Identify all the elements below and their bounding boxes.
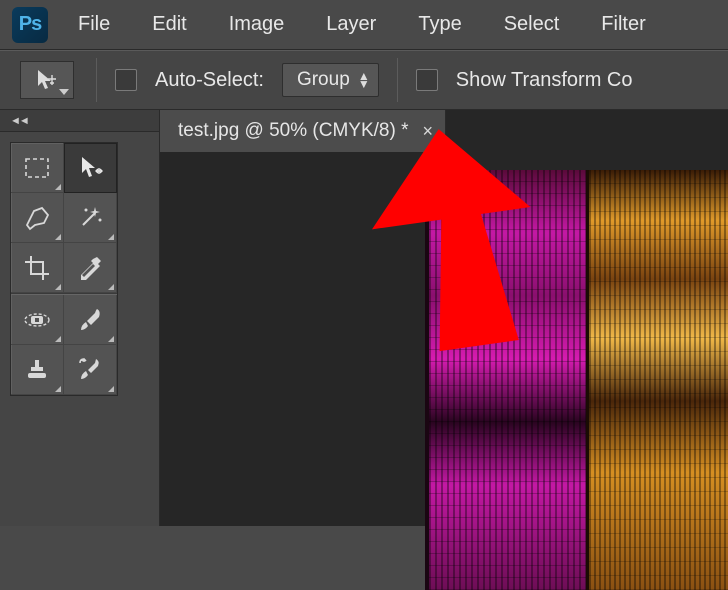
collapse-arrows-icon: ◄◄ [10, 115, 28, 127]
menu-file[interactable]: File [78, 13, 110, 36]
brush-tool[interactable] [64, 295, 117, 345]
toolbox [10, 142, 118, 396]
flyout-indicator-icon [108, 284, 114, 290]
document-canvas[interactable] [425, 170, 728, 590]
show-transform-checkbox[interactable] [416, 69, 438, 91]
crop-icon [23, 254, 51, 282]
flyout-indicator-icon [55, 336, 61, 342]
close-icon[interactable]: × [422, 121, 433, 142]
tool-preset-picker[interactable] [20, 61, 74, 99]
caret-icon: ▲▼ [358, 72, 370, 88]
document-tab[interactable]: test.jpg @ 50% (CMYK/8) * × [160, 110, 446, 152]
menu-filter[interactable]: Filter [601, 13, 645, 36]
menu-items: File Edit Image Layer Type Select Filter [78, 13, 646, 36]
marquee-icon [23, 156, 51, 180]
menu-image[interactable]: Image [229, 13, 285, 36]
crop-tool[interactable] [11, 243, 64, 293]
flyout-indicator-icon [55, 386, 61, 392]
healing-brush-tool[interactable] [11, 295, 64, 345]
canvas-image-right [586, 170, 728, 590]
dropdown-indicator-icon [59, 89, 69, 95]
magic-wand-icon [76, 204, 104, 232]
flyout-indicator-icon [108, 386, 114, 392]
auto-select-type-dropdown[interactable]: Group ▲▼ [282, 63, 379, 97]
flyout-indicator-icon [108, 234, 114, 240]
brush-icon [77, 307, 103, 333]
divider [397, 58, 398, 102]
magic-wand-tool[interactable] [64, 193, 117, 243]
document-tab-title: test.jpg @ 50% (CMYK/8) * [178, 120, 408, 142]
history-brush-tool[interactable] [64, 345, 117, 395]
eyedropper-tool[interactable] [64, 243, 117, 293]
flyout-indicator-icon [55, 284, 61, 290]
menu-edit[interactable]: Edit [152, 13, 186, 36]
document-tab-bar: test.jpg @ 50% (CMYK/8) * × [160, 110, 728, 152]
auto-select-label: Auto-Select: [155, 69, 264, 92]
flyout-indicator-icon [55, 184, 61, 190]
app-logo: Ps [12, 7, 48, 43]
healing-brush-icon [22, 308, 52, 332]
eyedropper-icon [77, 255, 103, 281]
document-area: test.jpg @ 50% (CMYK/8) * × [160, 110, 728, 526]
flyout-indicator-icon [55, 234, 61, 240]
marquee-tool[interactable] [11, 143, 64, 193]
canvas-image-left [425, 170, 586, 590]
lasso-icon [22, 205, 52, 231]
flyout-indicator-icon [108, 336, 114, 342]
divider [96, 58, 97, 102]
dropdown-value: Group [297, 69, 350, 91]
options-bar: Auto-Select: Group ▲▼ Show Transform Co [0, 50, 728, 110]
lasso-tool[interactable] [11, 193, 64, 243]
stamp-icon [23, 357, 51, 383]
show-transform-label: Show Transform Co [456, 69, 633, 92]
history-brush-icon [76, 357, 104, 383]
menu-bar: Ps File Edit Image Layer Type Select Fil… [0, 0, 728, 50]
move-icon [78, 155, 104, 181]
menu-layer[interactable]: Layer [326, 13, 376, 36]
move-tool-icon [35, 68, 59, 92]
menu-type[interactable]: Type [418, 13, 461, 36]
clone-stamp-tool[interactable] [11, 345, 64, 395]
move-tool[interactable] [64, 143, 117, 193]
menu-select[interactable]: Select [504, 13, 560, 36]
auto-select-checkbox[interactable] [115, 69, 137, 91]
panel-collapse-tab[interactable]: ◄◄ [0, 110, 159, 132]
